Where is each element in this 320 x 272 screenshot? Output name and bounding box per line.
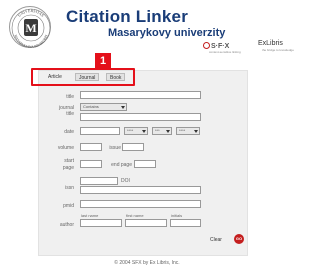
author-initials-input[interactable] — [170, 219, 201, 227]
sfx-logo: S·F·X — [203, 42, 229, 50]
end-page-label: end page — [111, 162, 132, 168]
go-button[interactable]: GO — [234, 234, 244, 244]
exlibris-logo: ExLibris — [258, 40, 283, 47]
doi-input[interactable] — [80, 186, 201, 194]
chevron-down-icon — [194, 130, 198, 133]
date-day-select[interactable]: **** — [176, 127, 200, 135]
start-page-input[interactable] — [80, 160, 102, 168]
svg-text:MASARYKIANA BRUNENSIS: MASARYKIANA BRUNENSIS — [13, 34, 48, 49]
university-seal-icon: UNIVERSITAS MASARYKIANA BRUNENSIS M — [9, 6, 51, 49]
issn-input[interactable] — [80, 177, 118, 185]
first-name-label: first name — [126, 213, 144, 218]
chevron-down-icon — [142, 130, 146, 133]
sfx-ring-icon — [203, 42, 210, 49]
exlibris-tagline: the bridge to knowledge — [262, 48, 294, 52]
issue-label: issue — [109, 145, 121, 151]
chevron-down-icon — [166, 130, 170, 133]
last-name-label: last name — [81, 213, 99, 218]
chevron-down-icon — [121, 106, 125, 109]
title-input[interactable] — [80, 91, 201, 99]
author-first-name-input[interactable] — [125, 219, 167, 227]
sfx-tagline: context-sensitive linking — [209, 50, 241, 54]
volume-label: volume — [57, 145, 74, 151]
date-year-select[interactable]: **** — [124, 127, 148, 135]
journal-title-input[interactable] — [80, 113, 201, 121]
initials-label: initials — [171, 213, 183, 218]
svg-text:M: M — [25, 21, 36, 35]
volume-input[interactable] — [80, 143, 102, 151]
pmid-input[interactable] — [80, 200, 201, 208]
start-page-label-line2: page — [62, 165, 74, 171]
svg-text:UNIVERSITAS: UNIVERSITAS — [17, 8, 46, 18]
pmid-label: pmid — [63, 203, 74, 209]
date-month-select[interactable]: *** — [152, 127, 172, 135]
callout-number: 1 — [95, 53, 111, 69]
footer-copyright: © 2004 SFX by Ex Libris, Inc. — [114, 260, 180, 266]
date-text-input[interactable] — [80, 127, 120, 135]
journal-match-select[interactable]: Contains — [80, 103, 127, 111]
app-subtitle: Masarykovy univerzity — [108, 27, 226, 39]
end-page-input[interactable] — [134, 160, 156, 168]
tabs-highlight-box — [31, 68, 135, 86]
author-last-name-input[interactable] — [80, 219, 122, 227]
author-label: author — [59, 222, 74, 228]
app-title: Citation Linker — [66, 7, 189, 26]
journal-title-label-line2: title — [66, 111, 74, 117]
issue-input[interactable] — [122, 143, 144, 151]
date-label: date — [64, 129, 74, 135]
title-label: title — [66, 94, 74, 100]
doi-label: DOI — [121, 178, 130, 184]
clear-button[interactable]: Clear — [210, 237, 222, 243]
issn-label: issn — [65, 185, 74, 191]
start-page-label-line1: start — [64, 158, 74, 164]
